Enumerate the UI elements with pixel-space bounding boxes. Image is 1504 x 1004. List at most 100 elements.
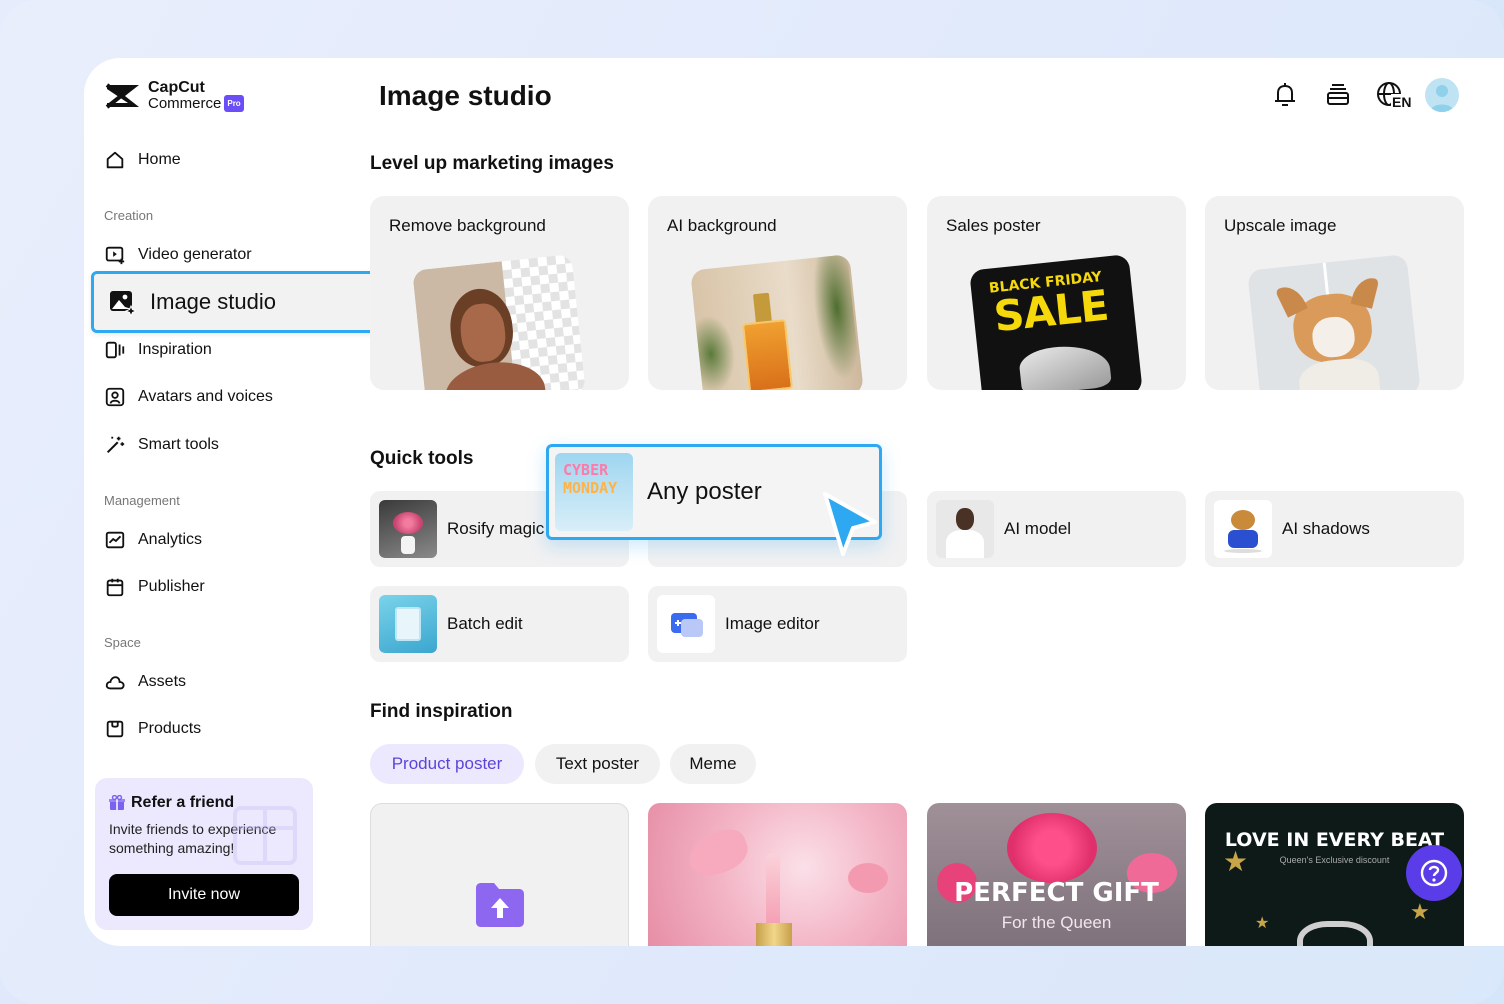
section-label-space: Space <box>104 635 141 650</box>
remove-bg-thumbnail <box>412 254 586 390</box>
refer-card: Refer a friend Invite friends to experie… <box>95 778 313 930</box>
sidebar-item-label: Image studio <box>150 289 276 314</box>
sales-art-line2: SALE <box>991 280 1111 342</box>
tab-meme[interactable]: Meme <box>670 744 756 784</box>
tool-image-editor[interactable]: Image editor <box>648 586 907 662</box>
upload-folder-icon <box>476 883 524 927</box>
cloud-icon <box>105 676 125 690</box>
sidebar-item-label: Assets <box>138 673 187 690</box>
gift-icon <box>109 795 125 810</box>
sidebar-item-avatars-voices[interactable]: Avatars and voices <box>104 385 273 409</box>
user-icon <box>1430 85 1454 112</box>
magic-wand-icon <box>106 436 125 454</box>
sidebar-item-label: Smart tools <box>138 436 219 453</box>
star-icon: ★ <box>1255 915 1270 932</box>
any-poster-art-line1: CYBER <box>563 461 609 479</box>
sidebar-item-label: Video generator <box>138 246 252 263</box>
ai-shadows-thumbnail <box>1214 500 1272 558</box>
calendar-icon <box>106 578 124 597</box>
app-window: CapCut Commerce Pro Home Creation Video g… <box>84 58 1504 946</box>
image-editor-thumbnail <box>657 595 715 653</box>
sidebar-item-home[interactable]: Home <box>104 148 181 172</box>
card-label: AI background <box>667 216 777 235</box>
card-label: Sales poster <box>946 216 1041 235</box>
any-poster-thumbnail: CYBER MONDAY <box>555 453 633 531</box>
card-label: Remove background <box>389 216 546 235</box>
tab-product-poster[interactable]: Product poster <box>370 744 524 784</box>
star-icon: ★ <box>1223 846 1249 877</box>
brand-sub: Commerce <box>148 95 222 112</box>
sidebar-item-analytics[interactable]: Analytics <box>104 528 202 552</box>
rosify-thumbnail <box>379 500 437 558</box>
sidebar-item-label: Inspiration <box>138 341 212 358</box>
section-label-management: Management <box>104 493 180 508</box>
inspiration-card-perfume[interactable] <box>648 803 907 946</box>
help-button[interactable] <box>1406 845 1462 901</box>
sidebar-item-products[interactable]: Products <box>104 717 201 741</box>
video-generator-icon <box>105 246 125 265</box>
mouse-cursor-icon <box>823 492 877 556</box>
star-icon: ★ <box>1410 899 1430 924</box>
tool-label: Rosify magic <box>447 519 545 538</box>
ai-background-thumbnail <box>690 254 864 390</box>
products-icon <box>106 720 124 738</box>
perfect-gift-title: PERFECT GIFT <box>954 878 1159 908</box>
capcut-logo-icon <box>105 83 139 109</box>
section-label-creation: Creation <box>104 208 154 223</box>
analytics-icon <box>105 531 125 549</box>
tool-ai-shadows[interactable]: AI shadows <box>1205 491 1464 567</box>
image-editor-icon <box>671 613 703 637</box>
sidebar-item-publisher[interactable]: Publisher <box>104 575 205 599</box>
batch-edit-thumbnail <box>379 595 437 653</box>
stack-icon[interactable] <box>1323 80 1353 110</box>
card-ai-background[interactable]: AI background <box>648 196 907 390</box>
sidebar-item-assets[interactable]: Assets <box>104 670 186 694</box>
bell-icon[interactable] <box>1270 80 1300 110</box>
sales-poster-thumbnail: BLACK FRIDAY SALE <box>969 254 1143 390</box>
avatar-icon <box>105 387 125 407</box>
card-remove-background[interactable]: Remove background <box>370 196 629 390</box>
sidebar-item-label: Avatars and voices <box>138 388 273 405</box>
card-sales-poster[interactable]: Sales poster BLACK FRIDAY SALE <box>927 196 1186 390</box>
tool-batch-edit[interactable]: Batch edit <box>370 586 629 662</box>
sidebar-item-label: Publisher <box>138 578 205 595</box>
inspiration-icon <box>105 341 125 359</box>
sidebar-item-smart-tools[interactable]: Smart tools <box>104 433 219 457</box>
sidebar-item-video-generator[interactable]: Video generator <box>104 243 252 267</box>
refer-title: Refer a friend <box>131 794 235 811</box>
tool-ai-model[interactable]: AI model <box>927 491 1186 567</box>
sidebar-item-image-studio[interactable]: Image studio <box>91 271 383 333</box>
language-label: EN <box>1391 94 1413 110</box>
tool-label: Image editor <box>725 614 820 633</box>
page-title: Image studio <box>379 80 552 111</box>
perfect-gift-sub: For the Queen <box>1001 913 1112 932</box>
user-avatar[interactable] <box>1425 78 1459 112</box>
home-icon <box>106 151 124 169</box>
ai-model-thumbnail <box>936 500 994 558</box>
image-studio-icon <box>110 291 136 316</box>
tool-label: Batch edit <box>447 614 523 633</box>
tool-label: Any poster <box>647 478 762 505</box>
pro-badge: Pro <box>224 95 244 112</box>
section-title-quick-tools: Quick tools <box>370 448 474 469</box>
sidebar-item-label: Products <box>138 720 202 737</box>
sidebar-item-label: Home <box>138 151 181 168</box>
section-title-find-inspiration: Find inspiration <box>370 701 513 722</box>
language-selector[interactable]: EN <box>1375 80 1415 114</box>
upscale-thumbnail <box>1247 254 1421 390</box>
upload-card[interactable] <box>370 803 629 946</box>
brand-logo[interactable]: CapCut Commerce Pro <box>104 80 244 112</box>
tab-text-poster[interactable]: Text poster <box>535 744 660 784</box>
sidebar-item-inspiration[interactable]: Inspiration <box>104 338 212 362</box>
any-poster-art-line2: MONDAY <box>563 479 618 497</box>
card-label: Upscale image <box>1224 216 1337 235</box>
invite-now-button[interactable]: Invite now <box>109 874 299 916</box>
section-title-level-up: Level up marketing images <box>370 153 614 174</box>
tool-label: AI model <box>1004 519 1072 538</box>
inspiration-card-perfect-gift[interactable]: PERFECT GIFT For the Queen <box>927 803 1186 946</box>
brand-name: CapCut <box>148 79 205 96</box>
card-upscale-image[interactable]: Upscale image <box>1205 196 1464 390</box>
gift-watermark-icon <box>233 806 297 865</box>
sidebar-item-label: Analytics <box>138 531 203 548</box>
question-icon <box>1420 859 1448 887</box>
